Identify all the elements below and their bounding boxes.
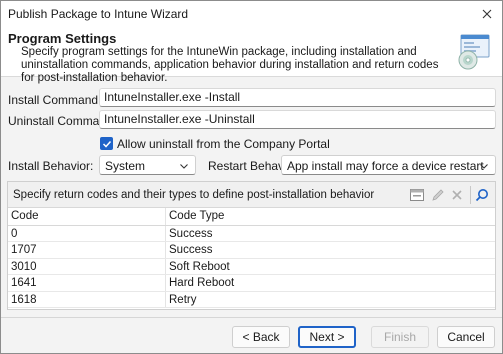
code-type-cell: Hard Reboot	[169, 277, 235, 290]
table-row[interactable]: 0 Success	[8, 226, 495, 243]
cancel-button[interactable]: Cancel	[437, 326, 495, 348]
title-bar: Publish Package to Intune Wizard	[1, 1, 502, 27]
allow-uninstall-label[interactable]: Allow uninstall from the Company Portal	[117, 137, 330, 151]
page-title: Program Settings	[8, 31, 117, 46]
toolbar-divider	[470, 186, 471, 204]
restart-behavior-value: App install may force a device restart	[287, 159, 484, 173]
delete-icon[interactable]	[449, 187, 465, 203]
uninstall-command-input[interactable]: IntuneInstaller.exe -Uninstall	[99, 110, 496, 129]
column-divider	[165, 242, 166, 258]
return-codes-panel: Specify return codes and their types to …	[7, 181, 496, 310]
add-row-icon[interactable]	[409, 187, 425, 203]
edit-icon[interactable]	[430, 187, 446, 203]
code-cell: 1707	[11, 244, 37, 257]
search-icon[interactable]	[474, 187, 490, 203]
wizard-window: Publish Package to Intune Wizard Program…	[0, 0, 503, 354]
code-type-cell: Soft Reboot	[169, 260, 230, 273]
column-header-code-type[interactable]: Code Type	[169, 210, 224, 222]
column-header-code[interactable]: Code	[11, 210, 39, 222]
code-cell: 1641	[11, 277, 37, 290]
settings-disc-icon	[457, 33, 493, 71]
chevron-down-icon	[179, 160, 189, 174]
return-codes-grid: Code Code Type 0 Success 1707 Success 30…	[8, 208, 495, 308]
table-row[interactable]: 1641 Hard Reboot	[8, 275, 495, 292]
install-behavior-label: Install Behavior:	[8, 159, 94, 173]
table-row[interactable]: 1707 Success	[8, 242, 495, 259]
next-button[interactable]: Next >	[298, 326, 356, 348]
chevron-down-icon	[479, 160, 489, 174]
table-row[interactable]: 3010 Soft Reboot	[8, 258, 495, 276]
install-behavior-select[interactable]: System	[99, 155, 196, 175]
footer-divider	[1, 317, 502, 318]
back-button[interactable]: < Back	[232, 326, 290, 348]
close-icon[interactable]	[476, 3, 498, 25]
column-divider	[165, 208, 166, 225]
code-type-cell: Retry	[169, 293, 197, 306]
column-divider	[165, 291, 166, 307]
table-row[interactable]: 1618 Retry	[8, 291, 495, 308]
code-type-cell: Success	[169, 228, 213, 240]
return-codes-toolbar: Specify return codes and their types to …	[8, 182, 495, 208]
install-behavior-value: System	[105, 159, 146, 173]
return-codes-caption: Specify return codes and their types to …	[13, 189, 375, 201]
column-divider	[165, 226, 166, 242]
install-command-label: Install Command:	[8, 93, 102, 107]
column-divider	[165, 275, 166, 291]
code-cell: 3010	[11, 260, 37, 273]
allow-uninstall-checkbox[interactable]	[100, 137, 113, 150]
window-title: Publish Package to Intune Wizard	[8, 7, 189, 21]
code-cell: 0	[11, 228, 18, 240]
restart-behavior-select[interactable]: App install may force a device restart	[281, 155, 496, 175]
wizard-header: Program Settings Specify program setting…	[1, 27, 502, 84]
grid-header-row: Code Code Type	[8, 208, 495, 226]
column-divider	[165, 258, 166, 275]
code-type-cell: Success	[169, 244, 213, 257]
install-command-input[interactable]: IntuneInstaller.exe -Install	[99, 88, 496, 107]
code-cell: 1618	[11, 293, 37, 306]
page-description: Specify program settings for the IntuneW…	[21, 46, 439, 84]
finish-button[interactable]: Finish	[371, 326, 429, 348]
